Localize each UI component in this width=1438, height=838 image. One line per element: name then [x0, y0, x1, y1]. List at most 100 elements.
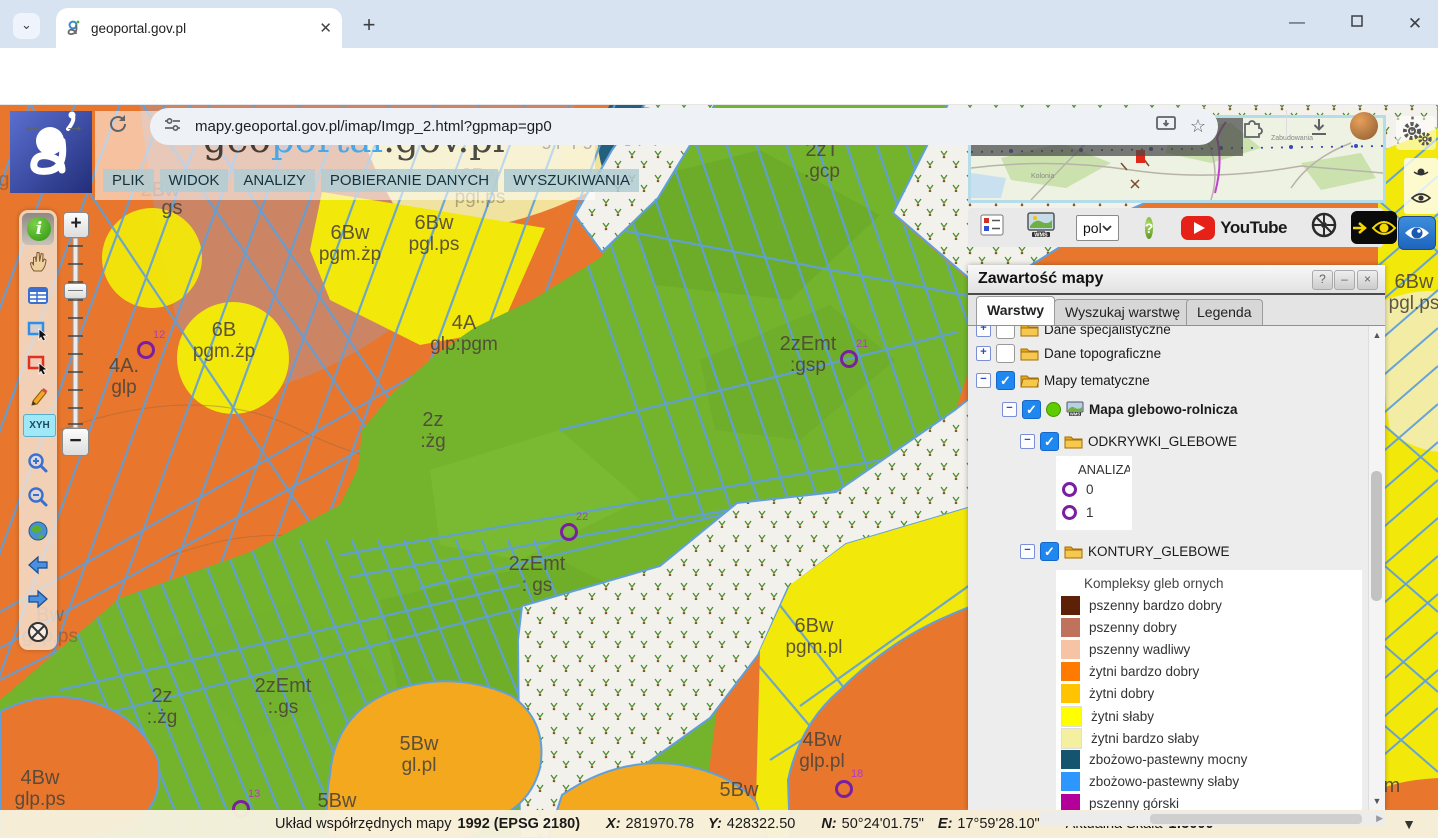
legend-swatch	[1061, 750, 1080, 769]
window-minimize-button[interactable]: —	[1286, 14, 1308, 32]
panel-help-button[interactable]: ?	[1312, 270, 1333, 290]
url-text[interactable]: mapy.geoportal.gov.pl/imap/Imgp_2.html?g…	[195, 118, 1156, 135]
reload-button[interactable]	[106, 112, 130, 142]
legend-item: pszenny dobry	[1061, 618, 1177, 637]
menu-analizy[interactable]: ANALIZY	[234, 169, 315, 192]
scroll-up-icon[interactable]: ▲	[1369, 330, 1385, 340]
site-settings-icon[interactable]	[164, 116, 181, 138]
collapse-icon[interactable]: −	[976, 373, 991, 388]
svg-text:Zabudowania: Zabudowania	[1271, 135, 1313, 142]
pan-hand-tool[interactable]	[26, 250, 50, 274]
chevron-down-icon	[1102, 225, 1112, 231]
geoportal-wheel-icon[interactable]	[1311, 212, 1337, 243]
bookmark-star-icon[interactable]: ☆	[1190, 116, 1206, 137]
legend-swatch	[1061, 618, 1080, 637]
address-bar[interactable]: mapy.geoportal.gov.pl/imap/Imgp_2.html?g…	[150, 108, 1218, 145]
measure-pencil-tool[interactable]	[26, 386, 50, 410]
legend-list-icon[interactable]	[980, 214, 1004, 241]
tree-row-dane-specjalistyczne[interactable]: + Dane specjalistyczne	[976, 326, 1171, 340]
deselect-rectangle-tool[interactable]	[26, 352, 50, 376]
window-maximize-button[interactable]	[1346, 14, 1368, 32]
tab-wyszukaj-warstwe[interactable]: Wyszukaj warstwę	[1054, 299, 1191, 325]
select-by-rectangle-tool[interactable]	[26, 318, 50, 342]
tree-row-mapa-glebowo-rolnicza[interactable]: − ✓ WMS Mapa glebowo-rolnicza	[1002, 398, 1238, 420]
tab-legenda[interactable]: Legenda	[1186, 299, 1263, 325]
menu-plik[interactable]: PLIK	[103, 169, 154, 192]
map-content-panel: Zawartość mapy ? – × Warstwy Wyszukaj wa…	[968, 265, 1385, 810]
soil-pit-marker[interactable]: 22	[560, 523, 578, 541]
legend-item: zbożowo-pastewny mocny	[1061, 750, 1247, 769]
tree-row-odkrywki-glebowe[interactable]: − ✓ ODKRYWKI_GLEBOWE	[1020, 430, 1237, 452]
soil-pit-marker[interactable]: 18	[835, 780, 853, 798]
zoom-slider-minus-button[interactable]: −	[62, 428, 89, 456]
small-marker-icon	[1414, 169, 1428, 176]
new-tab-button[interactable]: +	[356, 12, 382, 38]
layer-tree: + Dane specjalistyczne + Dane topografic…	[968, 326, 1369, 810]
menu-wyszukiwania[interactable]: WYSZUKIWANIA	[504, 169, 639, 192]
scrollbar-thumb[interactable]	[1371, 471, 1382, 601]
layer-checkbox[interactable]: ✓	[1022, 400, 1041, 419]
tab-close-icon[interactable]: ✕	[319, 19, 332, 37]
soil-pit-marker[interactable]: 12	[137, 341, 155, 359]
panel-vertical-scrollbar[interactable]: ▲ ▼	[1368, 326, 1385, 810]
scroll-right-icon[interactable]: ▶	[1376, 813, 1383, 824]
skip-arrow-icon[interactable]	[1351, 220, 1371, 236]
map-label: m	[1384, 776, 1401, 797]
back-button[interactable]: ←	[22, 114, 43, 138]
panel-horizontal-scrollbar[interactable]: ▶	[1040, 812, 1385, 826]
legend-item: pszenny bardzo dobry	[1061, 596, 1222, 615]
collapse-icon[interactable]: −	[1020, 434, 1035, 449]
zoom-in-tool[interactable]	[26, 451, 50, 475]
expand-icon[interactable]: +	[976, 346, 991, 361]
statusbar-collapse-icon[interactable]: ▼	[1402, 816, 1416, 832]
help-button[interactable]: ?	[1145, 217, 1154, 239]
extensions-puzzle-icon[interactable]	[1242, 116, 1264, 143]
tree-row-dane-topograficzne[interactable]: + Dane topograficzne	[976, 342, 1161, 364]
xyh-coordinates-tool[interactable]: XYH	[23, 414, 56, 437]
zoom-out-tool[interactable]	[26, 485, 50, 509]
layer-checkbox[interactable]: ✓	[996, 371, 1015, 390]
menu-widok[interactable]: WIDOK	[160, 169, 229, 192]
language-select[interactable]: pol	[1076, 215, 1119, 241]
layer-checkbox[interactable]: ✓	[1040, 542, 1059, 561]
window-close-button[interactable]: ✕	[1404, 14, 1426, 34]
menu-pobieranie-danych[interactable]: POBIERANIE DANYCH	[321, 169, 498, 192]
profile-avatar[interactable]	[1350, 112, 1378, 140]
zoom-slider-plus-button[interactable]: +	[63, 212, 89, 238]
scroll-down-icon[interactable]: ▼	[1369, 796, 1385, 806]
default-view-compass-tool[interactable]	[26, 620, 50, 644]
scrollbar-thumb[interactable]	[1150, 814, 1362, 824]
expand-icon[interactable]: +	[976, 326, 991, 337]
layer-checkbox[interactable]	[996, 326, 1015, 339]
high-contrast-eye-icon[interactable]	[1371, 219, 1397, 237]
identify-info-tool[interactable]: i	[27, 217, 51, 241]
install-app-icon[interactable]	[1156, 115, 1176, 138]
full-extent-globe-tool[interactable]	[26, 519, 50, 543]
tree-row-mapy-tematyczne[interactable]: − ✓ Mapy tematyczne	[976, 369, 1150, 391]
next-view-arrow-icon[interactable]	[26, 587, 50, 611]
tab-search-chevron-icon[interactable]: ⌄	[13, 13, 40, 39]
panel-close-button[interactable]: ×	[1357, 270, 1378, 290]
soil-pit-marker[interactable]: 21	[840, 350, 858, 368]
previous-view-arrow-icon[interactable]	[26, 553, 50, 577]
svg-text:WMS: WMS	[1070, 412, 1080, 417]
zoom-slider-handle[interactable]	[64, 283, 87, 299]
visibility-eye-button[interactable]	[1398, 216, 1436, 250]
collapse-icon[interactable]: −	[1020, 544, 1035, 559]
panel-minimize-button[interactable]: –	[1334, 270, 1355, 290]
browser-menu-kebab-icon[interactable]: ⋮	[1404, 114, 1421, 134]
tree-row-kontury-glebowe[interactable]: − ✓ KONTURY_GLEBOWE	[1020, 540, 1230, 562]
wms-service-icon[interactable]: WMS	[1026, 211, 1056, 244]
browser-tab[interactable]: geoportal.gov.pl ✕	[56, 8, 342, 48]
layer-checkbox[interactable]: ✓	[1040, 432, 1059, 451]
forward-button[interactable]: →	[64, 114, 85, 138]
youtube-link[interactable]: YouTube	[1181, 216, 1287, 240]
legend-item: żytni dobry	[1061, 684, 1154, 703]
layer-checkbox[interactable]	[996, 344, 1015, 363]
collapse-icon[interactable]: −	[1002, 402, 1017, 417]
attribute-table-tool[interactable]	[26, 284, 50, 308]
downloads-icon[interactable]	[1308, 116, 1330, 143]
tab-warstwy[interactable]: Warstwy	[976, 296, 1055, 325]
tab-title: geoportal.gov.pl	[91, 21, 319, 36]
legend-item: pszenny górski	[1061, 794, 1179, 810]
